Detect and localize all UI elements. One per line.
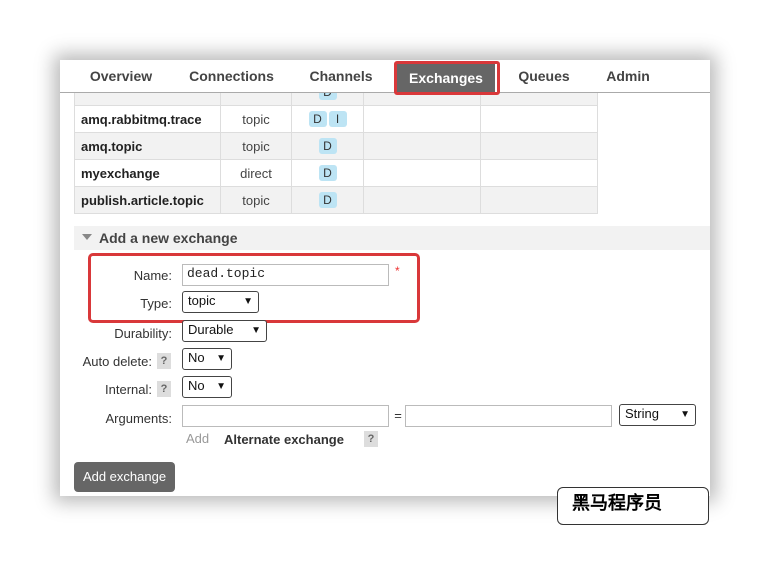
auto-delete-select[interactable]: No ▼ (182, 348, 232, 370)
exchange-type: topic (220, 132, 292, 160)
exchange-name[interactable]: myexchange (74, 159, 221, 187)
arguments-label: Arguments: (105, 411, 172, 426)
exchange-type: direct (220, 159, 292, 187)
feature-badge-internal: I (328, 111, 347, 127)
argument-value-input[interactable] (405, 405, 612, 427)
exchange-name[interactable]: publish.article.topic (74, 186, 221, 214)
section-title: Add a new exchange (99, 230, 238, 246)
collapse-arrow-icon (82, 234, 92, 240)
argument-type-select[interactable]: String ▼ (619, 404, 696, 426)
watermark-logo: 黑马程序员 (557, 487, 709, 525)
feature-badge-durable: D (318, 165, 337, 181)
tab-exchanges[interactable]: Exchanges (397, 64, 495, 92)
table-row[interactable]: amq.topic topic D (74, 132, 598, 160)
feature-badge-durable: D (318, 138, 337, 154)
internal-label: Internal: (105, 382, 152, 397)
rabbitmq-management-panel: D amq.rabbitmq.trace topic DI amq.topic … (60, 60, 710, 496)
add-exchange-button[interactable]: Add exchange (74, 462, 175, 492)
chevron-down-icon: ▼ (216, 381, 226, 392)
table-row[interactable]: publish.article.topic topic D (74, 186, 598, 214)
alternate-exchange-link[interactable]: Alternate exchange (224, 432, 344, 447)
chevron-down-icon: ▼ (251, 325, 261, 336)
feature-badge-durable: D (308, 111, 327, 127)
tab-admin[interactable]: Admin (595, 60, 661, 92)
argument-key-input[interactable] (182, 405, 389, 427)
type-label: Type: (140, 296, 172, 311)
exchange-name[interactable]: amq.rabbitmq.trace (74, 105, 221, 133)
durability-select[interactable]: Durable ▼ (182, 320, 267, 342)
exchange-name-input[interactable]: dead.topic (182, 264, 389, 286)
exchange-name[interactable]: amq.topic (74, 132, 221, 160)
exchanges-table: D amq.rabbitmq.trace topic DI amq.topic … (74, 78, 598, 214)
feature-badge-durable: D (318, 192, 337, 208)
internal-select[interactable]: No ▼ (182, 376, 232, 398)
nav-tabs: Overview Connections Channels Exchanges … (60, 60, 710, 93)
auto-delete-label: Auto delete: (82, 354, 152, 369)
exchange-type-select[interactable]: topic ▼ (182, 291, 259, 313)
equals-sign: = (394, 408, 402, 423)
add-argument-link[interactable]: Add (186, 431, 209, 446)
exchange-type: topic (220, 186, 292, 214)
add-exchange-section-header[interactable]: Add a new exchange (74, 226, 710, 250)
auto-delete-help-icon[interactable]: ? (157, 353, 171, 369)
tab-queues[interactable]: Queues (508, 60, 580, 92)
required-asterisk: * (395, 264, 400, 278)
chevron-down-icon: ▼ (680, 409, 690, 420)
tab-channels[interactable]: Channels (300, 60, 382, 92)
table-row[interactable]: myexchange direct D (74, 159, 598, 187)
table-row[interactable]: amq.rabbitmq.trace topic DI (74, 105, 598, 133)
name-label: Name: (133, 268, 172, 283)
chevron-down-icon: ▼ (216, 353, 226, 364)
chevron-down-icon: ▼ (243, 296, 253, 307)
tab-connections[interactable]: Connections (180, 60, 283, 92)
alternate-exchange-help-icon[interactable]: ? (364, 431, 378, 447)
durability-label: Durability: (114, 326, 172, 341)
exchange-type: topic (220, 105, 292, 133)
tab-overview[interactable]: Overview (80, 60, 162, 92)
internal-help-icon[interactable]: ? (157, 381, 171, 397)
